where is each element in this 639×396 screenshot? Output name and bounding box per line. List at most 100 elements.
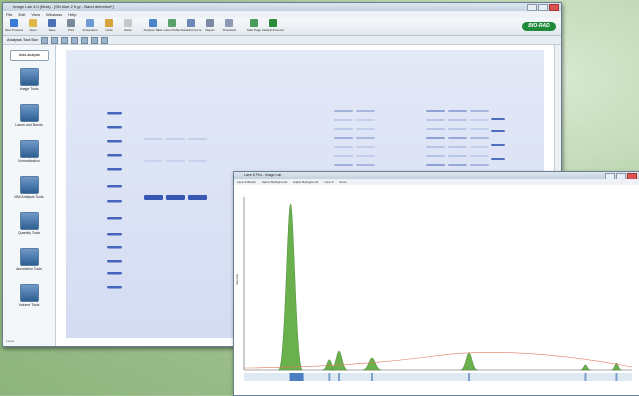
- tool-label: Image Tools: [19, 87, 39, 91]
- open-icon: [29, 19, 37, 27]
- start-page-icon: [250, 19, 258, 27]
- toolbar-threshold-button[interactable]: Threshold: [221, 18, 237, 32]
- toolbar-open-button[interactable]: Open: [25, 18, 41, 32]
- protein-band: [144, 160, 163, 162]
- grid-icon[interactable]: [101, 36, 109, 44]
- zoom-in-icon[interactable]: [41, 36, 49, 44]
- sample-band: [426, 119, 445, 121]
- ladder-band: [491, 118, 505, 120]
- peak-1[interactable]: [278, 203, 303, 371]
- toolbar-label: Standard Curve: [180, 28, 202, 32]
- tool-label: Lanes and Bands: [15, 123, 43, 127]
- plot-window-title: Lane 8 Plot - Image Lab: [234, 172, 639, 179]
- menu-file[interactable]: File: [6, 11, 12, 18]
- sample-band: [426, 128, 445, 130]
- tool-volume-tools[interactable]: Volume Tools: [3, 284, 55, 307]
- tool-lanes-and-bands[interactable]: Lanes and Bands: [3, 104, 55, 127]
- toolbar-analysis-table-button[interactable]: Analysis Table: [143, 18, 163, 32]
- toolbox-label: Analysis Tool Box: [7, 37, 39, 42]
- lane-band-marker: [615, 373, 618, 381]
- toolbar-report-button[interactable]: Report: [202, 18, 218, 32]
- protein-band: [166, 195, 185, 200]
- sample-band: [356, 137, 375, 139]
- lanes-and-bands-icon: [19, 104, 39, 122]
- toolbar-save-button[interactable]: Save: [44, 18, 60, 32]
- sample-band: [334, 137, 353, 139]
- auto-analysis-button[interactable]: Auto-analysis: [10, 50, 49, 61]
- tool-mw-analysis-tools[interactable]: MW Analysis Tools: [3, 176, 55, 199]
- sample-band: [426, 110, 445, 112]
- sample-band: [448, 155, 467, 157]
- ladder-band: [491, 144, 505, 146]
- sample-band: [426, 155, 445, 157]
- undo-icon: [105, 19, 113, 27]
- color-icon[interactable]: [91, 36, 99, 44]
- toolbar-label: New Protocol: [5, 28, 23, 32]
- tool-image-tools[interactable]: Image Tools: [3, 68, 55, 91]
- tool-quantity-tools[interactable]: Quantity Tools: [3, 212, 55, 235]
- lane-band-marker: [289, 373, 304, 381]
- menu-bar: File Edit View Windows Help: [3, 11, 561, 18]
- lane-band-marker: [371, 373, 374, 381]
- peak-6[interactable]: [580, 364, 591, 371]
- zoom-out-icon[interactable]: [51, 36, 59, 44]
- menu-help[interactable]: Help: [68, 11, 76, 18]
- analysis-table-icon: [149, 19, 157, 27]
- sample-band: [356, 119, 375, 121]
- toolbar-label: Analysis Table: [143, 28, 163, 32]
- contrast-icon[interactable]: [81, 36, 89, 44]
- peak-5[interactable]: [460, 352, 478, 371]
- peak-3[interactable]: [330, 350, 348, 371]
- protein-band: [166, 160, 185, 162]
- tool-normalization[interactable]: Normalization: [3, 140, 55, 163]
- toolbar-label: Default Protocol: [262, 28, 284, 32]
- toolbar-standard-curve-button[interactable]: Standard Curve: [180, 18, 202, 32]
- lane-profile-icon: [168, 19, 176, 27]
- menu-edit[interactable]: Edit: [18, 11, 25, 18]
- lane-profile-plot[interactable]: Intensity: [234, 185, 639, 395]
- sample-band: [448, 110, 467, 112]
- minimize-button[interactable]: [527, 4, 537, 11]
- ladder-band: [107, 168, 122, 171]
- close-button[interactable]: [549, 4, 559, 11]
- quantity-tools-icon: [19, 212, 39, 230]
- sample-band: [426, 146, 445, 148]
- toolbar-label: Start Page: [246, 28, 262, 32]
- protein-band: [188, 160, 207, 162]
- toolbar-print-button[interactable]: Print: [63, 18, 79, 32]
- toolbar-new-protocol-button[interactable]: New Protocol: [5, 18, 23, 32]
- toolbar-redo-button[interactable]: Redo: [120, 18, 136, 32]
- ladder-band: [107, 154, 122, 157]
- tool-label: Volume Tools: [18, 303, 40, 307]
- menu-windows[interactable]: Windows: [46, 11, 62, 18]
- lane-plot-window: Lane 8 Plot - Image Lab Lane & Bands Sel…: [233, 171, 639, 396]
- toolbar-undo-button[interactable]: Undo: [101, 18, 117, 32]
- toolbar-label: Report: [205, 28, 215, 32]
- crop-icon[interactable]: [71, 36, 79, 44]
- screenshot-icon: [86, 19, 94, 27]
- sample-band: [448, 128, 467, 130]
- ladder-band: [107, 217, 122, 220]
- ladder-band: [107, 126, 122, 129]
- fit-icon[interactable]: [61, 36, 69, 44]
- menu-view[interactable]: View: [31, 11, 40, 18]
- protein-band: [166, 138, 185, 140]
- toolbar-screenshot-button[interactable]: Screenshot: [82, 18, 98, 32]
- sample-band: [470, 155, 489, 157]
- main-toolbar: New Protocol Open Save Print Screenshot Undo R…: [3, 18, 561, 36]
- maximize-button[interactable]: [538, 4, 548, 11]
- ladder-band: [107, 200, 122, 203]
- sample-band: [356, 146, 375, 148]
- toolbar-default-protocol-button[interactable]: Default Protocol: [262, 18, 284, 32]
- tool-annotation-tools[interactable]: Annotation Tools: [3, 248, 55, 271]
- ladder-band: [107, 185, 122, 188]
- toolbar-label: Screenshot: [82, 28, 98, 32]
- mw-analysis-tools-icon: [19, 176, 39, 194]
- sample-band: [470, 128, 489, 130]
- toolbar-lane-profile-button[interactable]: Lane Profile: [164, 18, 180, 32]
- default-protocol-icon: [269, 19, 277, 27]
- sample-band: [448, 146, 467, 148]
- peak-4[interactable]: [362, 357, 382, 371]
- sample-band: [334, 164, 353, 166]
- toolbar-start-page-button[interactable]: Start Page: [246, 18, 262, 32]
